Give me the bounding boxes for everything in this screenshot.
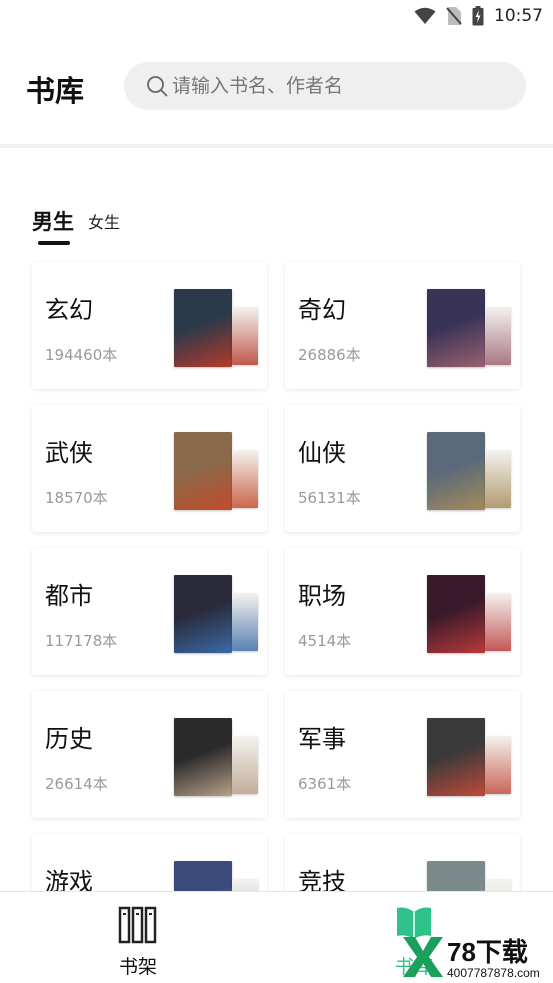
search-box[interactable]: [124, 62, 526, 110]
book-cover-main: [427, 575, 485, 653]
category-card-xianxia[interactable]: 仙侠 56131本: [285, 405, 520, 532]
category-count: 26614本: [45, 775, 108, 793]
book-cover-secondary: [232, 450, 258, 508]
no-sim-icon: [446, 7, 462, 25]
category-name: 奇幻: [298, 296, 346, 324]
tab-male-label: 男生: [32, 210, 74, 234]
category-card-zhichang[interactable]: 职场 4514本: [285, 548, 520, 675]
book-cover-main: [427, 289, 485, 367]
tab-active-indicator: [38, 241, 70, 245]
category-name: 军事: [298, 725, 346, 753]
battery-icon: [472, 6, 484, 26]
category-count: 117178本: [45, 632, 118, 650]
book-cover-main: [174, 575, 232, 653]
category-count: 4514本: [298, 632, 352, 650]
category-name: 职场: [298, 582, 346, 610]
book-cover-secondary: [485, 593, 511, 651]
bookshelf-icon: [118, 906, 157, 944]
book-cover-main: [174, 432, 232, 510]
nav-item-bookshelf[interactable]: 书架: [98, 904, 178, 979]
category-card-lishi[interactable]: 历史 26614本: [32, 691, 267, 818]
category-count: 194460本: [45, 346, 118, 364]
category-count: 56131本: [298, 489, 361, 507]
svg-text:78下载: 78下载: [447, 937, 528, 967]
category-card-dushi[interactable]: 都市 117178本: [32, 548, 267, 675]
book-cover-main: [427, 432, 485, 510]
category-name: 仙侠: [298, 439, 346, 467]
wifi-icon: [414, 7, 436, 24]
tab-male[interactable]: 男生: [32, 206, 74, 245]
category-count: 6361本: [298, 775, 352, 793]
book-cover-secondary: [485, 450, 511, 508]
category-count: 18570本: [45, 489, 108, 507]
category-name: 都市: [45, 582, 93, 610]
category-card-junshi[interactable]: 军事 6361本: [285, 691, 520, 818]
book-cover-main: [174, 289, 232, 367]
header: 书库: [0, 32, 553, 148]
category-name: 历史: [45, 725, 93, 753]
status-indicators: 10:57: [414, 4, 543, 28]
search-input[interactable]: [172, 75, 502, 97]
status-time: 10:57: [494, 6, 543, 26]
book-cover-secondary: [232, 593, 258, 651]
category-count: 26886本: [298, 346, 361, 364]
book-cover-secondary: [485, 736, 511, 794]
page-title: 书库: [26, 74, 85, 108]
category-name: 玄幻: [45, 296, 93, 324]
book-cover-secondary: [485, 307, 511, 365]
book-cover-secondary: [232, 736, 258, 794]
category-name: 武侠: [45, 439, 93, 467]
category-card-xuanhuan[interactable]: 玄幻 194460本: [32, 262, 267, 389]
status-bar: 10:57: [0, 0, 553, 32]
tab-female-label: 女生: [88, 213, 121, 232]
watermark-logo: 78下载 4007787878.com: [401, 931, 551, 981]
category-card-wuxia[interactable]: 武侠 18570本: [32, 405, 267, 532]
book-cover-secondary: [232, 307, 258, 365]
tab-female[interactable]: 女生: [88, 209, 120, 236]
gender-tabs: 男生 女生: [32, 196, 120, 245]
nav-label-bookshelf: 书架: [118, 956, 157, 978]
book-cover-main: [427, 718, 485, 796]
book-cover-main: [174, 718, 232, 796]
category-card-qihuan[interactable]: 奇幻 26886本: [285, 262, 520, 389]
search-icon: [147, 76, 168, 97]
svg-text:4007787878.com: 4007787878.com: [447, 966, 540, 980]
